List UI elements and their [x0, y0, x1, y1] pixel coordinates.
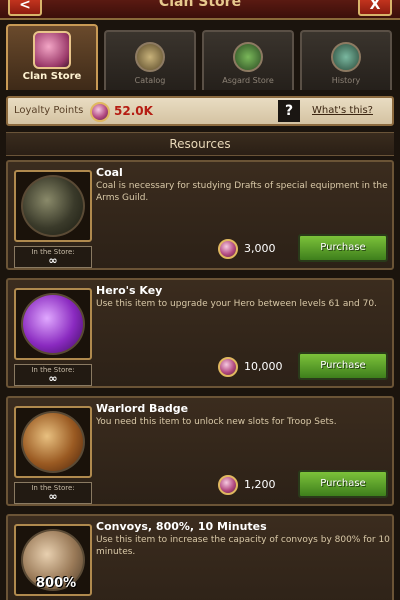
item-name: Hero's Key	[96, 284, 163, 297]
item-description: Coal is necessary for studying Drafts of…	[96, 181, 388, 203]
window-title: Clan Store	[158, 0, 242, 10]
item-name: Warlord Badge	[96, 402, 189, 415]
in-store-box: In the Store: ∞	[14, 364, 92, 386]
item-description: Use this item to upgrade your Hero betwe…	[96, 299, 377, 309]
tab-label: Asgard Store	[222, 76, 274, 85]
loyalty-coin-icon	[218, 357, 238, 377]
item-portrait	[14, 170, 92, 242]
tab-clan-store[interactable]: Clan Store	[6, 24, 98, 90]
whats-this-link[interactable]: What's this?	[312, 105, 373, 116]
loyalty-coin-icon	[218, 475, 238, 495]
item-portrait	[14, 406, 92, 478]
badge-icon	[21, 411, 85, 473]
loyalty-coin-icon	[90, 102, 110, 122]
key-icon	[21, 293, 85, 355]
close-button[interactable]: X	[358, 0, 392, 16]
store-item: 800% Convoys, 800%, 10 Minutes Use this …	[6, 514, 394, 600]
loyalty-bar: Loyalty Points 52.0K ? What's this?	[6, 96, 394, 126]
chest-icon	[33, 31, 71, 69]
store-item: In the Store: ∞ Coal Coal is necessary f…	[6, 160, 394, 270]
item-description: You need this item to unlock new slots f…	[96, 417, 337, 427]
item-portrait: 800%	[14, 524, 92, 596]
in-store-box: In the Store: ∞	[14, 482, 92, 504]
boost-badge: 800%	[36, 576, 77, 591]
loyalty-coin-icon	[218, 239, 238, 259]
loyalty-value: 52.0K	[114, 104, 153, 118]
tab-asgard-store[interactable]: Asgard Store	[202, 30, 294, 90]
item-name: Convoys, 800%, 10 Minutes	[96, 520, 267, 533]
tab-bar: Clan Store Catalog Asgard Store History	[6, 24, 396, 90]
tab-history[interactable]: History	[300, 30, 392, 90]
scroll-icon	[233, 42, 263, 72]
infinity-icon: ∞	[48, 490, 58, 503]
tab-label: Catalog	[134, 76, 166, 85]
purchase-button[interactable]: Purchase	[298, 470, 388, 498]
item-price: 1,200	[244, 478, 276, 491]
infinity-icon: ∞	[48, 372, 58, 385]
help-button[interactable]: ?	[278, 100, 300, 122]
tab-label: Clan Store	[22, 71, 82, 82]
purchase-button[interactable]: Purchase	[298, 352, 388, 380]
loyalty-label: Loyalty Points	[14, 105, 84, 116]
item-portrait	[14, 288, 92, 360]
tab-catalog[interactable]: Catalog	[104, 30, 196, 90]
purchase-button[interactable]: Purchase	[298, 234, 388, 262]
item-price: 3,000	[244, 242, 276, 255]
history-icon	[331, 42, 361, 72]
section-title: Resources	[6, 132, 394, 156]
item-description: Use this item to increase the capacity o…	[96, 535, 390, 557]
item-name: Coal	[96, 166, 123, 179]
book-icon	[135, 42, 165, 72]
coal-icon	[21, 175, 85, 237]
store-item: In the Store: ∞ Warlord Badge You need t…	[6, 396, 394, 506]
store-item: In the Store: ∞ Hero's Key Use this item…	[6, 278, 394, 388]
infinity-icon: ∞	[48, 254, 58, 267]
header-bar: < Clan Store X	[0, 0, 400, 20]
tab-label: History	[331, 76, 361, 85]
item-price: 10,000	[244, 360, 283, 373]
in-store-box: In the Store: ∞	[14, 246, 92, 268]
